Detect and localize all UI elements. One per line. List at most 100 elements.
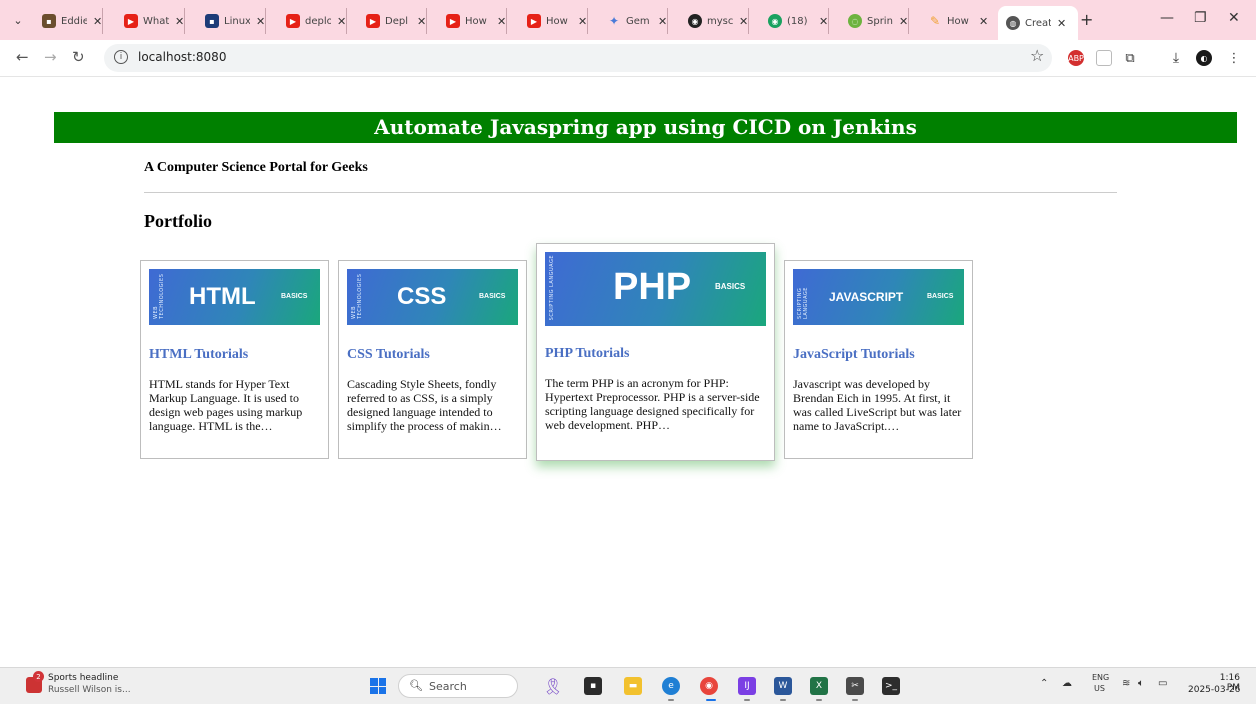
tab-how-3[interactable]: ✎ How ✕ — [928, 8, 988, 34]
tab-close-icon[interactable]: ✕ — [497, 15, 506, 28]
input-language-region[interactable]: US — [1094, 684, 1105, 693]
bookmark-star-icon[interactable]: ☆ — [1030, 46, 1044, 65]
card-title[interactable]: PHP Tutorials — [545, 346, 629, 362]
tab-deplo[interactable]: ▶ deplo ✕ — [286, 8, 348, 34]
address-url[interactable]: localhost:8080 — [138, 50, 226, 64]
excel-icon[interactable]: X — [810, 677, 828, 695]
minimize-icon[interactable]: — — [1160, 10, 1174, 26]
app-running-indicator — [780, 699, 786, 701]
intellij-icon[interactable]: IJ — [738, 677, 756, 695]
tab-eddie[interactable]: ▪ Eddie ✕ — [42, 8, 104, 34]
tab-close-icon[interactable]: ✕ — [578, 15, 587, 28]
extension-page-icon[interactable] — [1096, 50, 1112, 66]
tab-linux[interactable]: ▪ Linux ✕ — [205, 8, 267, 34]
menu-kebab-icon[interactable]: ⋮ — [1226, 50, 1242, 66]
card-title[interactable]: HTML Tutorials — [149, 347, 248, 363]
thumb-logo-text: JAVASCRIPT — [829, 290, 904, 304]
tab-close-icon[interactable]: ✕ — [175, 15, 184, 28]
clock-date[interactable]: 2025-03-26 — [1188, 685, 1240, 695]
chrome-browser-icon[interactable]: ◉ — [700, 677, 718, 695]
tab-close-icon[interactable]: ✕ — [1057, 17, 1066, 30]
browser-tab-strip: ⌄ ▪ Eddie ✕ ▶ What ✕ ▪ Linux ✕ ▶ deplo ✕… — [0, 0, 1256, 40]
tab-favicon: ▪ — [205, 14, 219, 28]
youtube-icon: ▶ — [286, 14, 300, 28]
pencil-icon: ✎ — [929, 14, 941, 28]
card-description: The term PHP is an acronym for PHP: Hype… — [545, 376, 760, 432]
tab-close-icon[interactable]: ✕ — [819, 15, 828, 28]
tab-spring[interactable]: ◌ Sprin ✕ — [848, 8, 910, 34]
reload-icon[interactable]: ↻ — [72, 48, 85, 66]
card-title[interactable]: CSS Tutorials — [347, 347, 430, 363]
windows-taskbar: 2 Sports headline Russell Wilson is... 🔍… — [0, 667, 1256, 704]
tab-gem[interactable]: ✦ Gem ✕ — [607, 8, 669, 34]
taskbar-search-box[interactable]: 🔍︎ Search — [398, 674, 518, 698]
snipping-tool-icon[interactable]: ✂ — [846, 677, 864, 695]
tab-close-icon[interactable]: ✕ — [93, 15, 102, 28]
tab-close-icon[interactable]: ✕ — [256, 15, 265, 28]
card-javascript[interactable]: SCRIPTING LANGUAGE JAVASCRIPT BASICS Jav… — [784, 260, 973, 459]
tab-title: mysc — [707, 15, 733, 27]
tab-close-icon[interactable]: ✕ — [337, 15, 346, 28]
wifi-icon[interactable]: ≋ — [1122, 678, 1130, 689]
card-description: HTML stands for Hyper Text Markup Langua… — [149, 377, 303, 433]
address-bar[interactable]: i localhost:8080 — [104, 44, 1052, 72]
thumb-side-label: WEB TECHNOLOGIES — [351, 273, 363, 319]
php-thumbnail-image: SCRIPTING LANGUAGE PHP BASICS — [545, 252, 766, 326]
tab-close-icon[interactable]: ✕ — [979, 15, 988, 28]
extensions-puzzle-icon[interactable]: ⧉ — [1122, 50, 1138, 66]
tab-what[interactable]: ▶ What ✕ — [124, 8, 186, 34]
tab-close-icon[interactable]: ✕ — [658, 15, 667, 28]
tab-close-icon[interactable]: ✕ — [417, 15, 426, 28]
card-css[interactable]: WEB TECHNOLOGIES CSS BASICS CSS Tutorial… — [338, 260, 527, 459]
tab-how-2[interactable]: ▶ How ✕ — [527, 8, 589, 34]
input-language-code[interactable]: ENG — [1092, 673, 1109, 682]
volume-icon[interactable]: 🔈︎ — [1138, 678, 1144, 689]
tab-favicon: ▪ — [42, 14, 56, 28]
card-title[interactable]: JavaScript Tutorials — [793, 347, 915, 363]
back-arrow-icon[interactable]: ← — [16, 48, 29, 66]
thumb-logo-text: PHP — [613, 266, 692, 308]
spring-icon: ◌ — [848, 14, 862, 28]
tab-create-active[interactable]: ◍ Creat ✕ — [998, 6, 1078, 40]
file-explorer-icon[interactable]: ▬ — [624, 677, 642, 695]
close-window-icon[interactable]: ✕ — [1228, 10, 1240, 26]
edge-browser-icon[interactable]: e — [662, 677, 680, 695]
word-icon[interactable]: W — [774, 677, 792, 695]
news-badge: 2 — [33, 671, 44, 682]
news-subtitle[interactable]: Russell Wilson is... — [48, 685, 131, 695]
tab-close-icon[interactable]: ✕ — [899, 15, 908, 28]
new-tab-button[interactable]: + — [1080, 10, 1093, 29]
tab-close-icon[interactable]: ✕ — [739, 15, 748, 28]
search-label: Search — [429, 680, 467, 693]
cloud-icon[interactable]: ☁ — [1062, 678, 1072, 689]
card-description: Javascript was developed by Brendan Eich… — [793, 377, 962, 433]
youtube-icon: ▶ — [366, 14, 380, 28]
card-html[interactable]: WEB TECHNOLOGIES HTML BASICS HTML Tutori… — [140, 260, 329, 459]
battery-icon[interactable]: ▭ — [1158, 678, 1167, 689]
adblock-icon[interactable]: ABP — [1068, 50, 1084, 66]
windows-start-icon[interactable] — [370, 678, 386, 694]
restore-icon[interactable]: ❐ — [1194, 10, 1207, 26]
tab-title: How — [465, 15, 487, 27]
tab-title: How — [546, 15, 568, 27]
tab-how-1[interactable]: ▶ How ✕ — [446, 8, 508, 34]
app-active-indicator — [706, 699, 716, 701]
app-running-indicator — [668, 699, 674, 701]
tab-depl[interactable]: ▶ Depl ✕ — [366, 8, 428, 34]
news-headline[interactable]: Sports headline — [48, 673, 118, 683]
tab-mysql[interactable]: ◉ mysc ✕ — [688, 8, 750, 34]
card-php[interactable]: SCRIPTING LANGUAGE PHP BASICS PHP Tutori… — [536, 243, 775, 461]
chevron-up-icon[interactable]: ⌃ — [1040, 678, 1048, 689]
html-thumbnail-image: WEB TECHNOLOGIES HTML BASICS — [149, 269, 320, 325]
tab-title: Sprin — [867, 15, 893, 27]
forward-arrow-icon[interactable]: → — [44, 48, 57, 66]
thumb-side-label: SCRIPTING LANGUAGE — [549, 254, 555, 320]
tab-18[interactable]: ◉ (18) ✕ — [768, 8, 830, 34]
profile-avatar-icon[interactable]: ◐ — [1196, 50, 1212, 66]
tab-search-chevron-icon[interactable]: ⌄ — [8, 10, 28, 30]
site-info-icon[interactable]: i — [114, 50, 128, 64]
download-icon[interactable]: ⤓ — [1168, 50, 1184, 66]
terminal-icon[interactable]: >_ — [882, 677, 900, 695]
task-view-icon[interactable]: ▪ — [584, 677, 602, 695]
ribbon-app-icon[interactable]: 🎗︎ — [543, 677, 563, 696]
